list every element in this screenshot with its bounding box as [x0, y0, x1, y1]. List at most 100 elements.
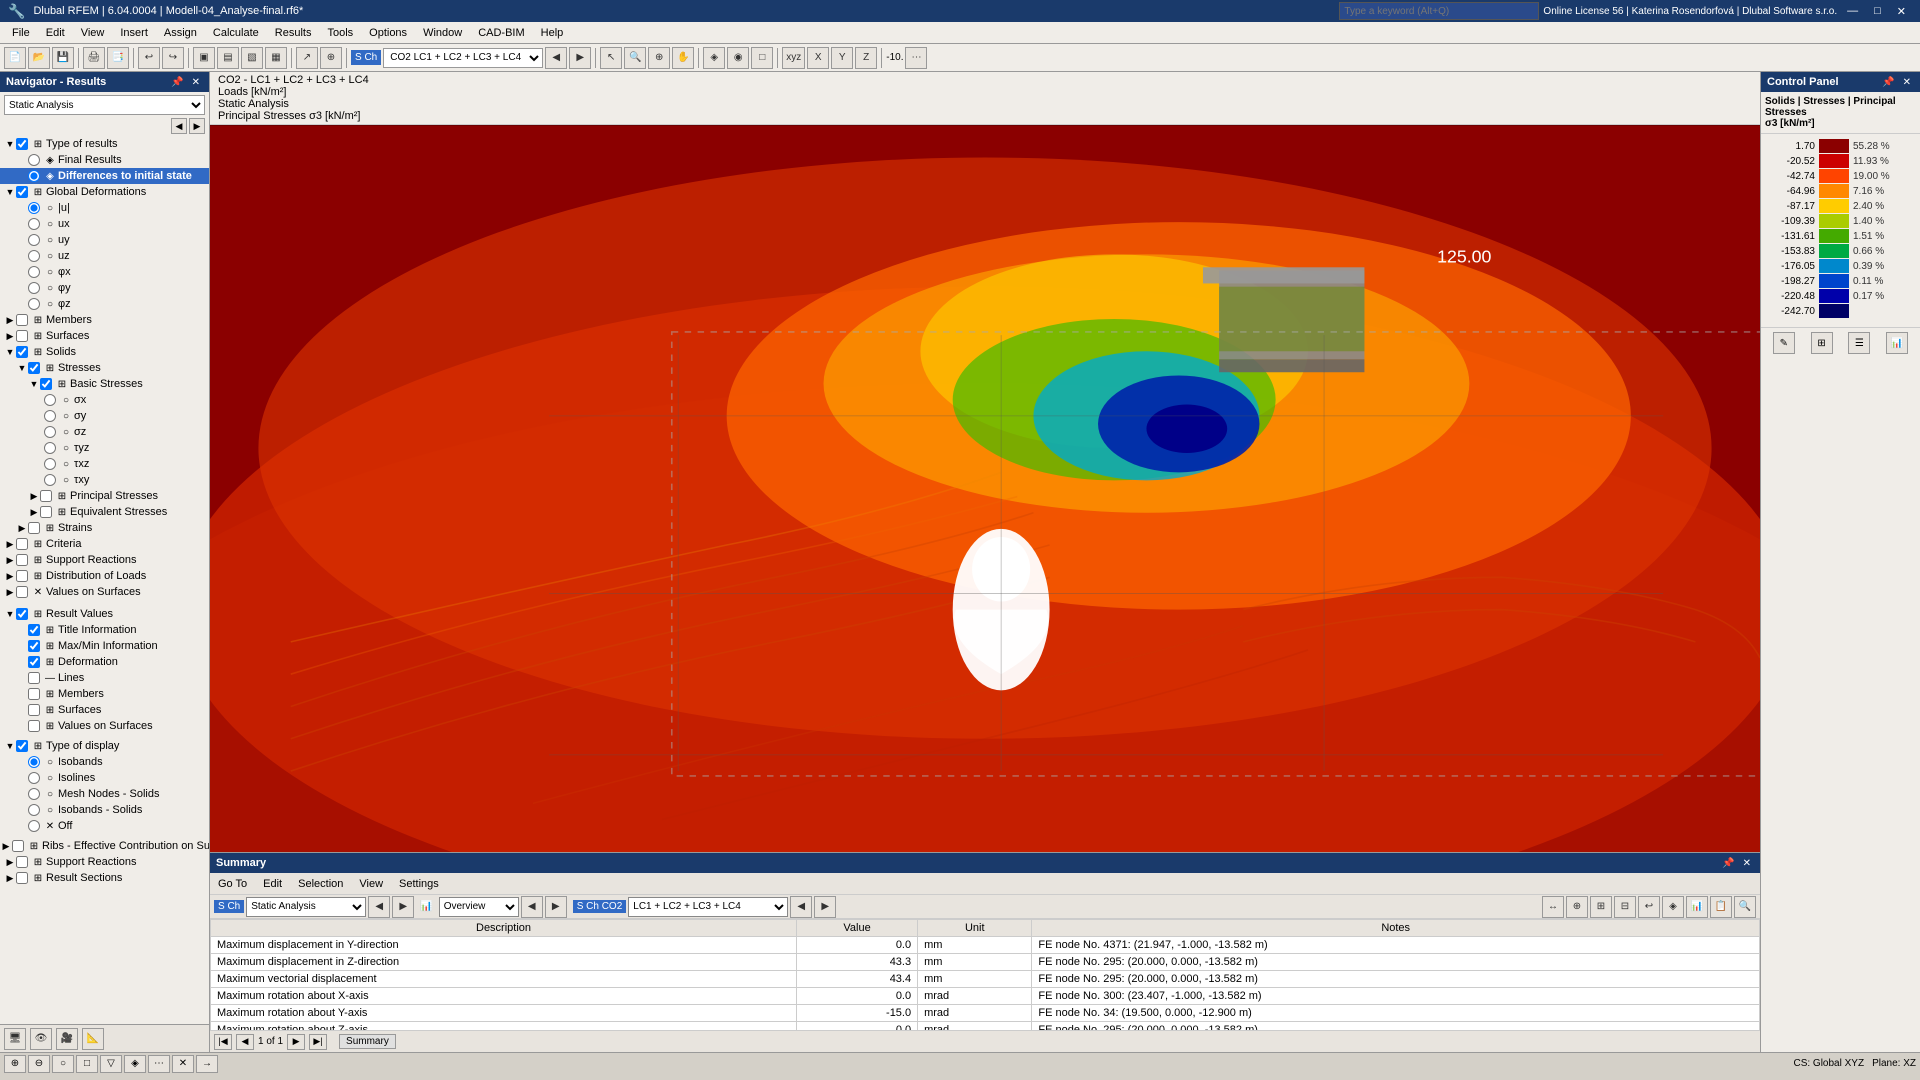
nav-close-btn[interactable]: ✕ [189, 76, 203, 89]
view3-btn[interactable]: ▧ [241, 47, 263, 69]
txz-radio[interactable] [44, 458, 56, 470]
load-combo-toolbar[interactable]: CO2 LC1 + LC2 + LC3 + LC4 [383, 48, 543, 68]
phix-radio[interactable] [28, 266, 40, 278]
ux-radio[interactable] [28, 218, 40, 230]
phiz-item[interactable]: ○ φz [0, 296, 209, 312]
rv-surfaces-item[interactable]: ⊞ Surfaces [0, 702, 209, 718]
sum-analysis-combo[interactable]: Static Analysis [246, 897, 366, 917]
final-results-item[interactable]: ◈ Final Results [0, 152, 209, 168]
solids-check[interactable] [16, 346, 28, 358]
menu-results[interactable]: Results [267, 25, 320, 41]
nav-support-check[interactable] [16, 856, 28, 868]
bottom-btn8[interactable]: ✕ [172, 1055, 194, 1073]
sum-tool9-btn[interactable]: 🔍 [1734, 896, 1756, 918]
sum-prev-page-btn[interactable]: ◀ [236, 1034, 254, 1050]
result-values-header[interactable]: ▼ ⊞ Result Values [0, 606, 209, 622]
uz-item[interactable]: ○ uz [0, 248, 209, 264]
isobands-radio[interactable] [28, 756, 40, 768]
nav-prev-btn[interactable]: ◀ [171, 118, 187, 134]
tyz-item[interactable]: ○ τyz [0, 440, 209, 456]
differences-item[interactable]: ◈ Differences to initial state [0, 168, 209, 184]
render2-btn[interactable]: ◉ [727, 47, 749, 69]
nav-bottom-btn3[interactable]: 🎥 [56, 1028, 78, 1050]
bottom-btn7[interactable]: ⋯ [148, 1055, 170, 1073]
edit-menu[interactable]: Edit [259, 876, 286, 892]
principal-check[interactable] [40, 490, 52, 502]
selection-menu[interactable]: Selection [294, 876, 347, 892]
view-menu[interactable]: View [355, 876, 387, 892]
sum-tool6-btn[interactable]: ◈ [1662, 896, 1684, 918]
loads-check[interactable] [16, 570, 28, 582]
strains-check[interactable] [28, 522, 40, 534]
support-check[interactable] [16, 554, 28, 566]
title-information-item[interactable]: ⊞ Title Information [0, 622, 209, 638]
type-of-results-header[interactable]: ▼ ⊞ Type of results [0, 136, 209, 152]
menu-edit[interactable]: Edit [38, 25, 73, 41]
u-abs-radio[interactable] [28, 202, 40, 214]
maxmin-check[interactable] [28, 640, 40, 652]
bottom-btn4[interactable]: □ [76, 1055, 98, 1073]
solids-item[interactable]: ▼ ⊞ Solids [0, 344, 209, 360]
print2-btn[interactable]: 📑 [107, 47, 129, 69]
phix-item[interactable]: ○ φx [0, 264, 209, 280]
prev-load-btn[interactable]: ◀ [545, 47, 567, 69]
result-values-check[interactable] [16, 608, 28, 620]
equivalent-stresses-item[interactable]: ▶ ⊞ Equivalent Stresses [0, 504, 209, 520]
rv-vos-item[interactable]: ⊞ Values on Surfaces [0, 718, 209, 734]
menu-insert[interactable]: Insert [112, 25, 156, 41]
search-input[interactable] [1339, 2, 1539, 20]
basic-stresses-item[interactable]: ▼ ⊞ Basic Stresses [0, 376, 209, 392]
isobands-item[interactable]: ○ Isobands [0, 754, 209, 770]
members-check[interactable] [16, 314, 28, 326]
render3-btn[interactable]: □ [751, 47, 773, 69]
rv-members-item[interactable]: ⊞ Members [0, 686, 209, 702]
mesh-nodes-solids-item[interactable]: ○ Mesh Nodes - Solids [0, 786, 209, 802]
axis3-btn[interactable]: Y [831, 47, 853, 69]
lines-check[interactable] [28, 672, 40, 684]
sum-next-btn[interactable]: ▶ [392, 896, 414, 918]
sum-first-btn[interactable]: |◀ [214, 1034, 232, 1050]
sum-prev-btn[interactable]: ◀ [368, 896, 390, 918]
deform-expand[interactable]: ▼ [4, 186, 16, 198]
minimize-button[interactable]: — [1841, 3, 1864, 19]
menu-calculate[interactable]: Calculate [205, 25, 267, 41]
nsr-expand[interactable]: ▶ [4, 856, 16, 868]
menu-file[interactable]: File [4, 25, 38, 41]
uy-item[interactable]: ○ uy [0, 232, 209, 248]
legend-grid-btn[interactable]: ⊞ [1811, 332, 1833, 354]
nav-next-btn[interactable]: ▶ [189, 118, 205, 134]
cursor-btn[interactable]: ↖ [600, 47, 622, 69]
sum-prev2-btn[interactable]: ◀ [521, 896, 543, 918]
bottom-btn2[interactable]: ⊖ [28, 1055, 50, 1073]
principal-expand[interactable]: ▶ [28, 490, 40, 502]
sum-last-btn[interactable]: ▶| [309, 1034, 327, 1050]
members-expand[interactable]: ▶ [4, 314, 16, 326]
deformation-item[interactable]: ⊞ Deformation [0, 654, 209, 670]
rv-vos-check[interactable] [28, 720, 40, 732]
sum-tool4-btn[interactable]: ⊟ [1614, 896, 1636, 918]
off-radio[interactable] [28, 820, 40, 832]
distribution-of-loads-item[interactable]: ▶ ⊞ Distribution of Loads [0, 568, 209, 584]
rs-expand[interactable]: ▶ [4, 872, 16, 884]
close-button[interactable]: ✕ [1891, 3, 1912, 20]
rv-surfaces-check[interactable] [28, 704, 40, 716]
ribs-item[interactable]: ▶ ⊞ Ribs - Effective Contribution on Sur… [0, 838, 209, 854]
uy-radio[interactable] [28, 234, 40, 246]
menu-tools[interactable]: Tools [319, 25, 361, 41]
u-abs-item[interactable]: ○ |u| [0, 200, 209, 216]
next-load-btn[interactable]: ▶ [569, 47, 591, 69]
sx-radio[interactable] [44, 394, 56, 406]
tool1-btn[interactable]: ↗ [296, 47, 318, 69]
sum-load-combo[interactable]: LC1 + LC2 + LC3 + LC4 [628, 897, 788, 917]
nav-bottom-btn4[interactable]: 📐 [82, 1028, 104, 1050]
summary-tab[interactable]: Summary [339, 1034, 396, 1049]
support-expand[interactable]: ▶ [4, 554, 16, 566]
deformation-check[interactable] [28, 656, 40, 668]
tod-expand[interactable]: ▼ [4, 740, 16, 752]
undo-btn[interactable]: ↩ [138, 47, 160, 69]
members-item[interactable]: ▶ ⊞ Members [0, 312, 209, 328]
menu-window[interactable]: Window [415, 25, 470, 41]
vos-expand[interactable]: ▶ [4, 586, 16, 598]
rv-expand[interactable]: ▼ [4, 608, 16, 620]
criteria-item[interactable]: ▶ ⊞ Criteria [0, 536, 209, 552]
